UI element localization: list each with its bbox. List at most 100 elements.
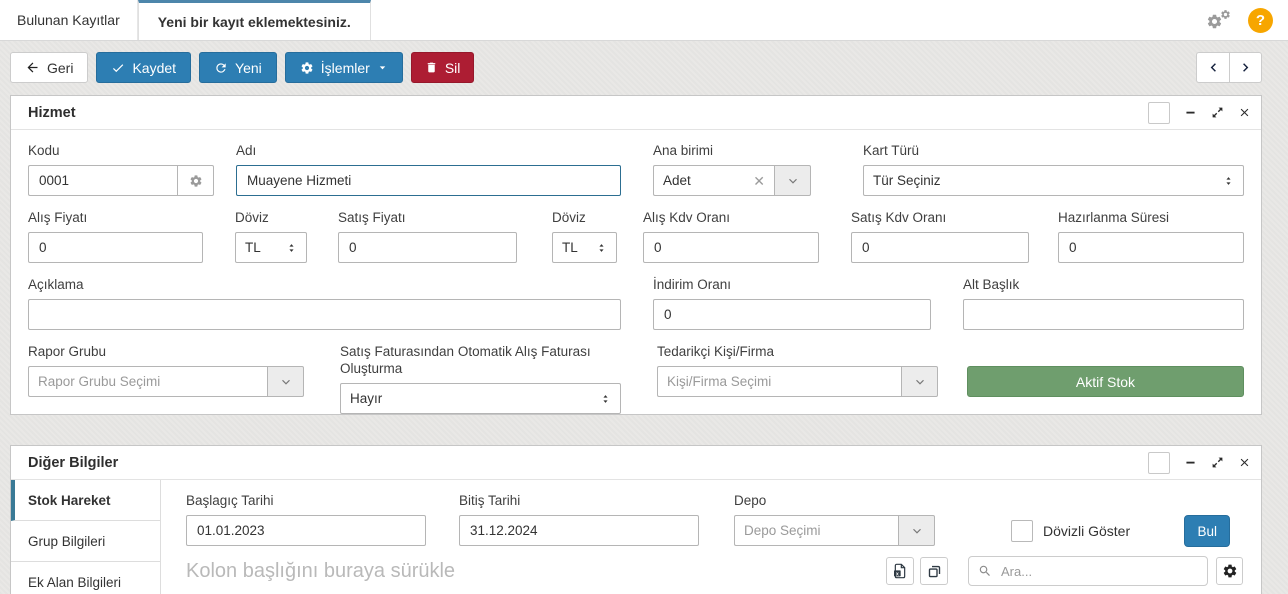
doviz-satis-value: TL (562, 240, 578, 255)
alt-baslik-input[interactable] (963, 299, 1244, 330)
grid-settings-button[interactable] (1216, 557, 1243, 585)
depo-combobox[interactable]: Depo Seçimi (734, 515, 898, 546)
hizmet-panel-header: Hizmet (11, 96, 1261, 130)
alt-baslik-label: Alt Başlık (963, 276, 1244, 293)
hazirlanma-suresi-label: Hazırlanma Süresi (1058, 209, 1244, 226)
doviz-alis-label: Döviz (235, 209, 307, 226)
satis-fiyati-input[interactable] (338, 232, 517, 263)
bitis-tarihi-label: Bitiş Tarihi (459, 492, 699, 509)
kodu-gear-button[interactable] (177, 165, 214, 196)
aktif-stok-button[interactable]: Aktif Stok (967, 366, 1244, 397)
find-button-label: Bul (1197, 524, 1217, 539)
tab-new-record[interactable]: Yeni bir kayıt eklemektesiniz. (138, 0, 371, 40)
kodu-input[interactable] (28, 165, 177, 196)
alis-fiyati-label: Alış Fiyatı (28, 209, 203, 226)
top-tab-bar: Bulunan Kayıtlar Yeni bir kayıt eklemekt… (0, 0, 1288, 41)
aciklama-label: Açıklama (28, 276, 621, 293)
next-record-button[interactable] (1229, 52, 1262, 83)
expand-icon[interactable] (1211, 456, 1224, 469)
hizmet-panel-body: Kodu Adı Ana birimi (11, 130, 1261, 414)
app-screen: Bulunan Kayıtlar Yeni bir kayıt eklemekt… (0, 0, 1288, 594)
baslangic-tarihi-input[interactable] (186, 515, 426, 546)
adi-label: Adı (236, 142, 621, 159)
diger-bilgiler-header: Diğer Bilgiler (11, 446, 1261, 480)
find-button[interactable]: Bul (1184, 515, 1230, 547)
refresh-icon (214, 61, 228, 75)
ana-birimi-label: Ana birimi (653, 142, 811, 159)
help-button[interactable]: ? (1248, 8, 1273, 33)
tab-new-record-label: Yeni bir kayıt eklemektesiniz. (158, 14, 351, 30)
aciklama-input[interactable] (28, 299, 621, 330)
arrow-left-icon (25, 60, 40, 75)
grid-actions (886, 556, 1243, 586)
depo-dropdown-button[interactable] (898, 515, 935, 546)
indirim-orani-label: İndirim Oranı (653, 276, 931, 293)
rapor-grubu-combobox[interactable]: Rapor Grubu Seçimi (28, 366, 267, 397)
doviz-alis-select[interactable]: TL (235, 232, 307, 263)
tab-found-records[interactable]: Bulunan Kayıtlar (0, 0, 138, 40)
hazirlanma-suresi-input[interactable] (1058, 232, 1244, 263)
updown-arrows-icon (1223, 174, 1234, 188)
operations-button-label: İşlemler (321, 60, 370, 76)
dovizli-goster-label: Dövizli Göster (1043, 523, 1130, 539)
depo-label: Depo (734, 492, 935, 509)
doviz-satis-select[interactable]: TL (552, 232, 617, 263)
gear-icon (1222, 563, 1238, 579)
updown-arrows-icon (600, 392, 611, 406)
delete-button[interactable]: Sil (411, 52, 475, 83)
collapse-icon[interactable] (1184, 456, 1197, 469)
record-toolbar: Geri Kaydet Yeni İşlemler Sil (10, 52, 1262, 83)
copy-button[interactable] (920, 557, 948, 585)
ana-birimi-value: Adet (663, 173, 691, 188)
excel-file-icon (892, 563, 908, 579)
previous-record-button[interactable] (1196, 52, 1229, 83)
adi-input[interactable] (236, 165, 621, 196)
grid-search-input[interactable] (999, 563, 1198, 580)
new-button[interactable]: Yeni (199, 52, 277, 83)
close-icon[interactable] (1238, 106, 1251, 119)
tab-grup-bilgileri[interactable]: Grup Bilgileri (11, 521, 160, 562)
close-icon[interactable] (1238, 456, 1251, 469)
expand-icon[interactable] (1211, 106, 1224, 119)
updown-arrows-icon (596, 241, 607, 255)
panel-select-checkbox[interactable] (1148, 452, 1170, 474)
tedarikci-dropdown-button[interactable] (901, 366, 938, 397)
rapor-grubu-dropdown-button[interactable] (267, 366, 304, 397)
ana-birimi-combobox[interactable]: Adet ✕ (653, 165, 774, 196)
save-button[interactable]: Kaydet (96, 52, 191, 83)
satis-kdv-input[interactable] (851, 232, 1029, 263)
chevron-down-icon (911, 525, 923, 537)
export-excel-button[interactable] (886, 557, 914, 585)
dovizli-goster-checkbox[interactable] (1011, 520, 1033, 542)
tab-ek-alan-bilgileri[interactable]: Ek Alan Bilgileri (11, 562, 160, 594)
column-drag-hint: Kolon başlığını buraya sürükle (186, 560, 455, 583)
record-pager (1196, 52, 1262, 83)
gear-icon (189, 174, 203, 188)
panel-select-checkbox[interactable] (1148, 102, 1170, 124)
collapse-icon[interactable] (1184, 106, 1197, 119)
back-button-label: Geri (47, 60, 73, 76)
diger-bilgiler-title: Diğer Bilgiler (28, 455, 118, 471)
operations-button[interactable]: İşlemler (285, 52, 403, 83)
alis-kdv-input[interactable] (643, 232, 819, 263)
indirim-orani-input[interactable] (653, 299, 931, 330)
copy-icon (927, 564, 942, 579)
settings-gears-icon[interactable] (1206, 8, 1232, 32)
tab-ek-alan-bilgileri-label: Ek Alan Bilgileri (28, 575, 121, 590)
ana-birimi-dropdown-button[interactable] (774, 165, 811, 196)
delete-button-label: Sil (445, 60, 461, 76)
clear-icon[interactable]: ✕ (753, 174, 765, 188)
trash-icon (425, 61, 438, 74)
back-button[interactable]: Geri (10, 52, 88, 83)
kart-turu-select[interactable]: Tür Seçiniz (863, 165, 1244, 196)
hizmet-panel-title: Hizmet (28, 105, 76, 121)
tedarikci-label: Tedarikçi Kişi/Firma (657, 343, 938, 360)
tedarikci-placeholder: Kişi/Firma Seçimi (667, 374, 771, 389)
otomatik-fatura-select[interactable]: Hayır (340, 383, 621, 414)
alis-kdv-label: Alış Kdv Oranı (643, 209, 819, 226)
diger-bilgiler-panel: Diğer Bilgiler Stok Hareket Grup Bilgile… (10, 445, 1262, 594)
tedarikci-combobox[interactable]: Kişi/Firma Seçimi (657, 366, 901, 397)
tab-stok-hareket[interactable]: Stok Hareket (11, 480, 160, 521)
alis-fiyati-input[interactable] (28, 232, 203, 263)
bitis-tarihi-input[interactable] (459, 515, 699, 546)
